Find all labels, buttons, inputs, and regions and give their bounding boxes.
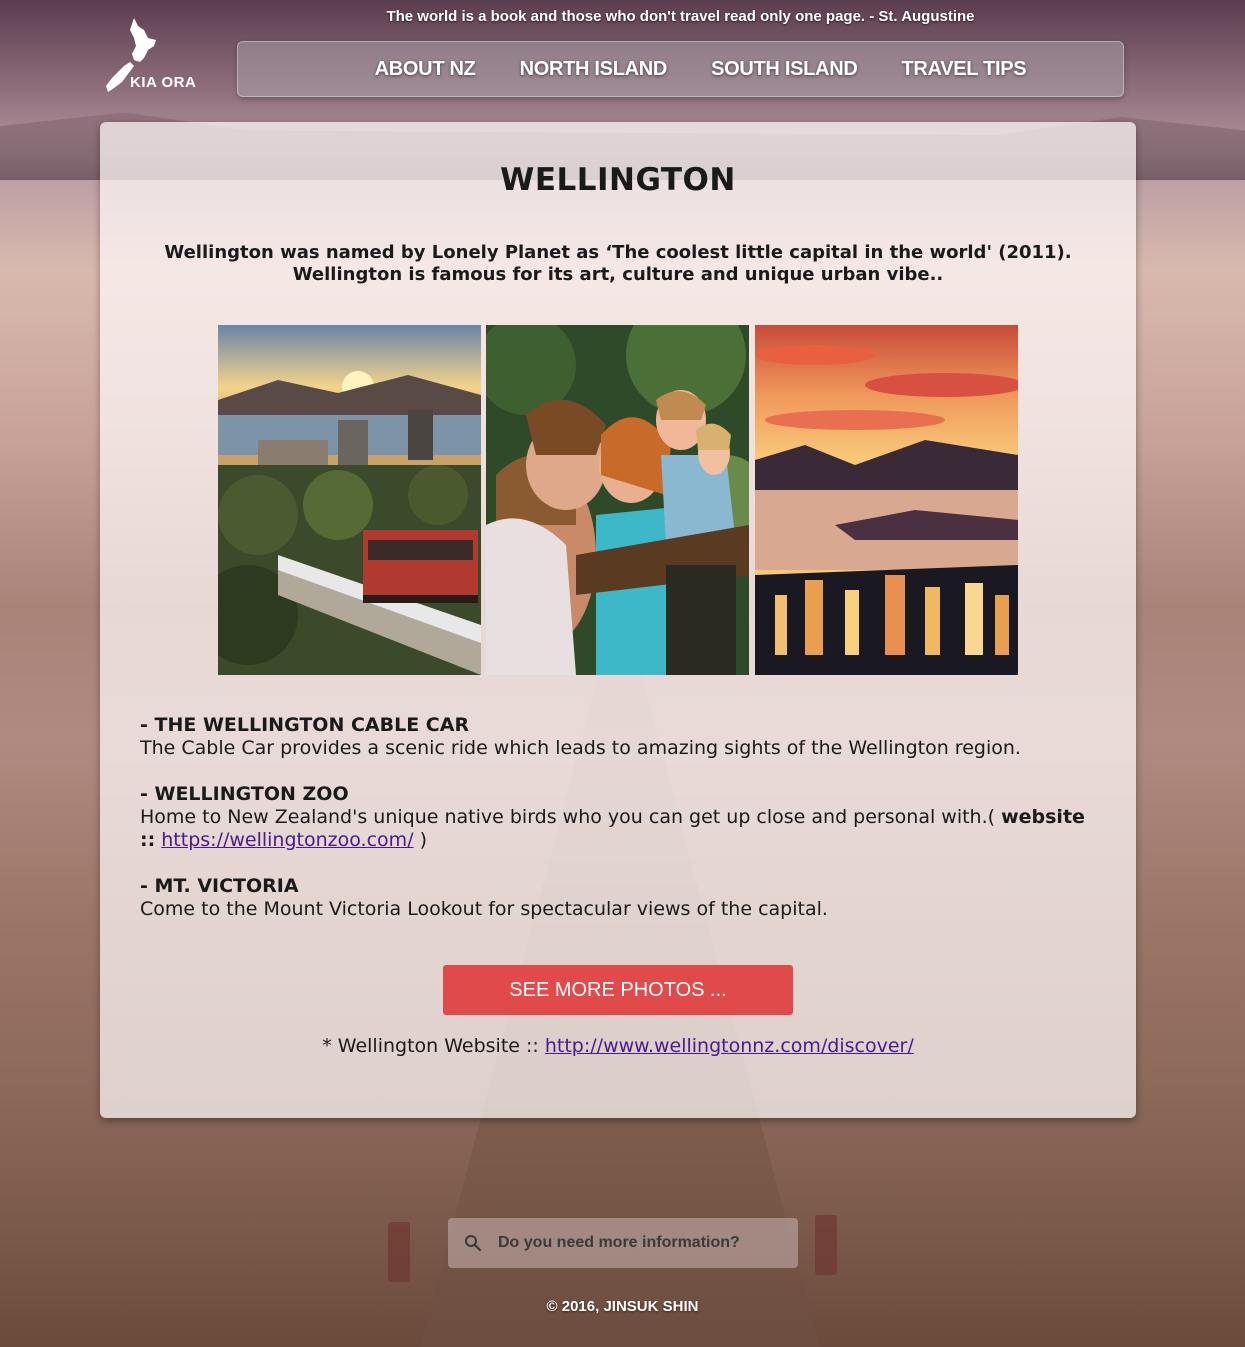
page-title: WELLINGTON — [500, 162, 736, 198]
intro-text: Wellington was named by Lonely Planet as… — [164, 242, 1072, 285]
pier-post — [388, 1222, 410, 1282]
website-paren-open: ( — [987, 806, 1002, 828]
search-box — [448, 1218, 798, 1268]
attraction-heading: - THE WELLINGTON CABLE CAR — [140, 714, 470, 736]
header-quote: The world is a book and those who don't … — [386, 8, 975, 25]
attraction-text: Home to New Zealand's unique native bird… — [140, 806, 988, 828]
attraction-text: Come to the Mount Victoria Lookout for s… — [140, 898, 828, 920]
wellington-website-link[interactable]: http://www.wellingtonnz.com/discover/ — [545, 1035, 914, 1057]
search-icon[interactable] — [448, 1234, 498, 1252]
nav-item-south-island[interactable]: SOUTH ISLAND — [711, 58, 858, 81]
website-label: * Wellington Website :: — [322, 1035, 545, 1057]
photo-city-sunset[interactable] — [755, 325, 1018, 675]
footer-copyright: © 2016, JINSUK SHIN — [546, 1298, 699, 1315]
content-card: WELLINGTON Wellington was named by Lonel… — [100, 122, 1136, 1118]
photo-zoo-family[interactable] — [486, 325, 749, 675]
nav-item-about-nz[interactable]: ABOUT NZ — [375, 58, 476, 81]
see-more-photos-button[interactable]: SEE MORE PHOTOS ... — [443, 965, 793, 1015]
attraction-cable-car: - THE WELLINGTON CABLE CAR The Cable Car… — [140, 714, 1096, 760]
attraction-zoo: - WELLINGTON ZOO Home to New Zealand's u… — [140, 783, 1096, 852]
attraction-mt-victoria: - MT. VICTORIA Come to the Mount Victori… — [140, 875, 1096, 921]
nav-item-north-island[interactable]: NORTH ISLAND — [520, 58, 668, 81]
logo-text: KIA ORA — [130, 74, 197, 91]
attraction-heading: - MT. VICTORIA — [140, 875, 299, 897]
wellington-website-line: * Wellington Website :: http://www.welli… — [100, 1035, 1136, 1057]
pier-post — [815, 1215, 837, 1275]
attraction-heading: - WELLINGTON ZOO — [140, 783, 349, 805]
nav-item-travel-tips[interactable]: TRAVEL TIPS — [901, 58, 1026, 81]
website-paren-close: ) — [413, 829, 428, 851]
attractions-list: - THE WELLINGTON CABLE CAR The Cable Car… — [140, 714, 1096, 944]
photo-gallery — [218, 325, 1018, 675]
photo-cable-car[interactable] — [218, 325, 481, 675]
main-nav: ABOUT NZ NORTH ISLAND SOUTH ISLAND TRAVE… — [237, 41, 1124, 97]
search-input[interactable] — [498, 1234, 778, 1252]
zoo-website-link[interactable]: https://wellingtonzoo.com/ — [161, 829, 413, 851]
attraction-text: The Cable Car provides a scenic ride whi… — [140, 737, 1021, 759]
